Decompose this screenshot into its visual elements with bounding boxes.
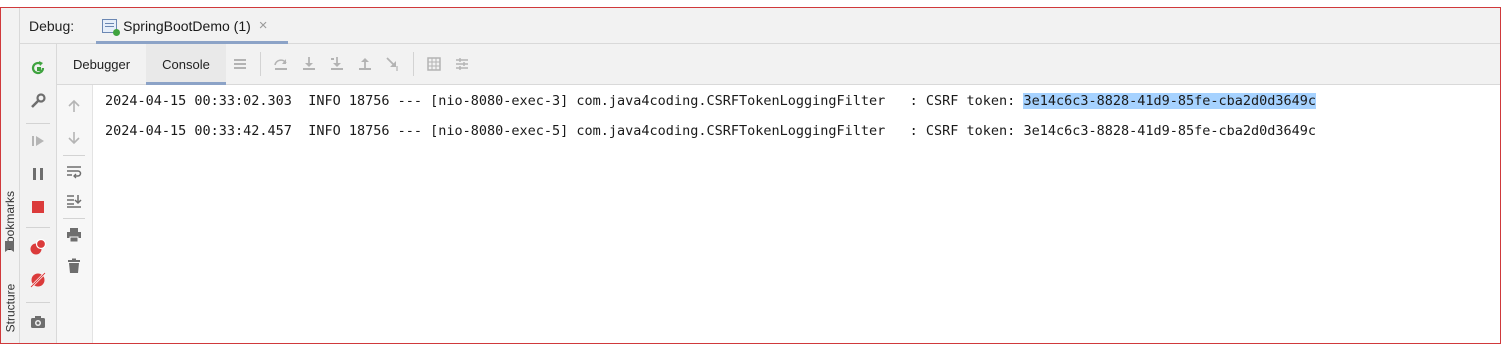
- selected-csrf-token[interactable]: 3e14c6c3-8828-41d9-85fe-cba2d0d3649c: [1023, 93, 1317, 109]
- evaluate-expression-icon[interactable]: [420, 44, 448, 84]
- debug-action-bar: [20, 44, 57, 343]
- tab-console[interactable]: Console: [146, 44, 226, 85]
- log-line: 2024-04-15 00:33:02.303 INFO 18756 --- […: [105, 90, 1317, 112]
- scroll-to-end-icon[interactable]: [63, 190, 85, 212]
- debug-subtab-bar: Debugger Console: [57, 44, 1500, 85]
- clear-icon[interactable]: [63, 255, 85, 277]
- camera-icon[interactable]: [26, 310, 50, 334]
- tab-console-label: Console: [162, 56, 210, 72]
- view-breakpoints-icon[interactable]: [26, 235, 50, 259]
- pause-icon[interactable]: [26, 162, 50, 186]
- modify-run-config-icon[interactable]: [26, 89, 50, 113]
- tab-debugger-label: Debugger: [73, 56, 131, 72]
- trace-current-stream-icon[interactable]: [448, 44, 476, 84]
- run-to-cursor-icon[interactable]: [379, 44, 407, 84]
- thread-dump-icon[interactable]: [226, 44, 254, 84]
- tab-debugger[interactable]: Debugger: [57, 44, 146, 84]
- run-config-icon: [102, 18, 121, 36]
- step-out-icon[interactable]: [351, 44, 379, 84]
- bookmarks-tool-tab[interactable]: Bookmarks: [1, 173, 19, 268]
- resume-icon[interactable]: [26, 129, 50, 153]
- csrf-token: 3e14c6c3-8828-41d9-85fe-cba2d0d3649c: [1023, 123, 1317, 139]
- tool-window-strip: Bookmarks Structure: [1, 8, 20, 343]
- log-line-text: 2024-04-15 00:33:42.457 INFO 18756 --- […: [105, 123, 1024, 139]
- print-icon[interactable]: [63, 224, 85, 246]
- step-into-icon[interactable]: [295, 44, 323, 84]
- stop-icon[interactable]: [26, 195, 50, 219]
- console-gutter: [57, 85, 93, 343]
- debug-label: Debug:: [29, 17, 75, 34]
- run-config-tab-title: SpringBootDemo (1): [123, 17, 251, 34]
- log-line-text: 2024-04-15 00:33:02.303 INFO 18756 --- […: [105, 93, 1024, 109]
- close-icon[interactable]: ×: [259, 17, 268, 34]
- log-line: 2024-04-15 00:33:42.457 INFO 18756 --- […: [105, 120, 1316, 142]
- console-output[interactable]: 2024-04-15 00:33:02.303 INFO 18756 --- […: [93, 85, 1500, 343]
- mute-breakpoints-icon[interactable]: [26, 268, 50, 292]
- step-over-icon[interactable]: [267, 44, 295, 84]
- structure-tab-label: Structure: [3, 283, 17, 333]
- force-step-into-icon[interactable]: [323, 44, 351, 84]
- rerun-icon[interactable]: [26, 56, 50, 80]
- debug-title-bar: Debug: SpringBootDemo (1) ×: [20, 8, 1500, 44]
- debug-tool-window: Bookmarks Structure Debug: SpringBootDem…: [0, 7, 1501, 344]
- structure-tool-tab[interactable]: Structure: [1, 278, 19, 338]
- down-arrow-icon[interactable]: [63, 127, 85, 149]
- up-arrow-icon[interactable]: [63, 95, 85, 117]
- soft-wrap-icon[interactable]: [63, 160, 85, 182]
- run-config-tab[interactable]: SpringBootDemo (1) ×: [96, 8, 288, 44]
